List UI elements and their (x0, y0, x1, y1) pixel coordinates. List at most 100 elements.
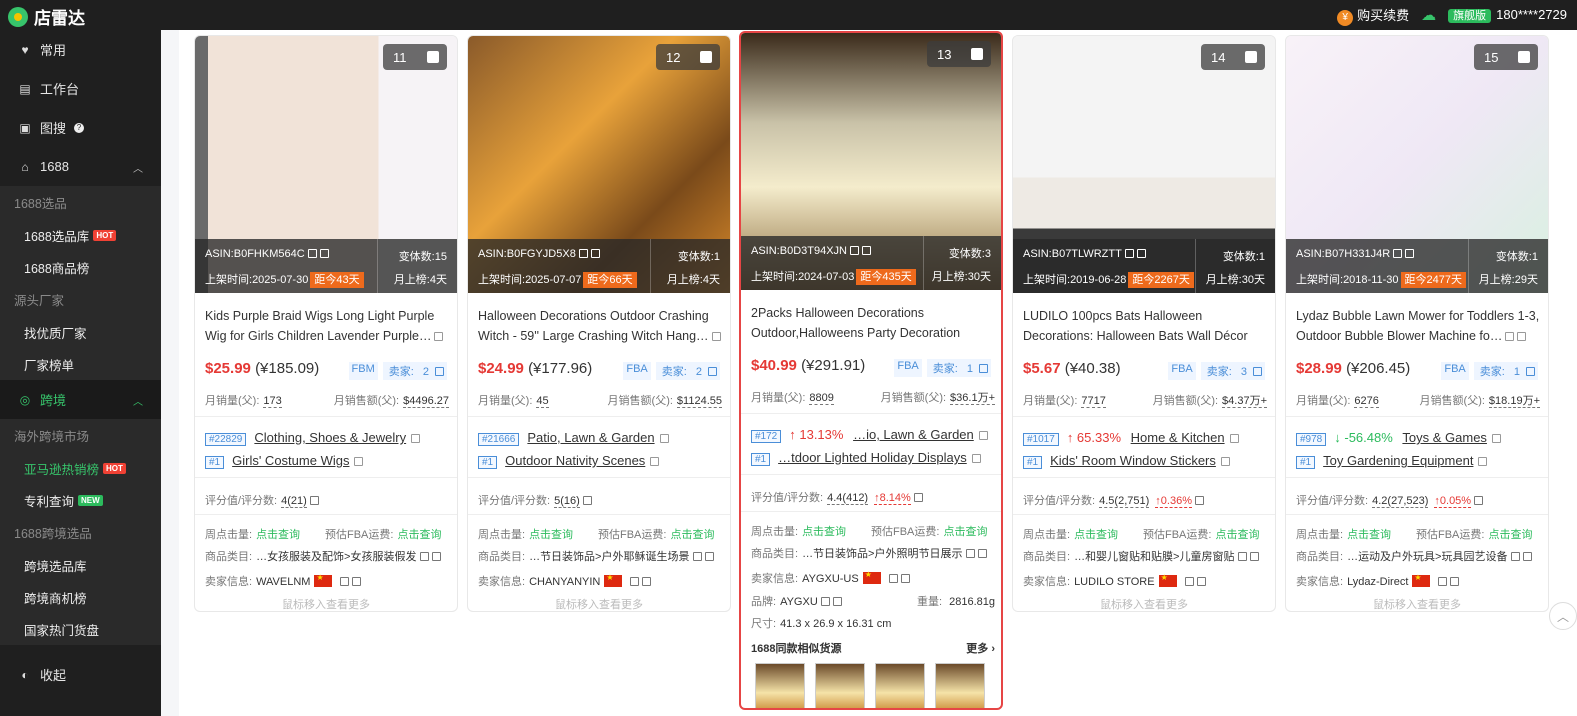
external-link-icon[interactable] (1450, 577, 1460, 586)
category-rank-2[interactable]: #1 …tdoor Lighted Holiday Displays (751, 450, 995, 466)
sidebar-item-1688-rank[interactable]: 1688商品榜 (0, 251, 161, 283)
sidebar-item-cross-opp[interactable]: 跨境商机榜 (0, 581, 161, 613)
copy-icon[interactable] (965, 549, 975, 558)
category-rank-1[interactable]: #172 ↑ 13.13% …io, Lawn & Garden (751, 427, 995, 443)
sellers-link[interactable]: 卖家: 1 (926, 359, 991, 377)
external-link-icon[interactable] (1249, 552, 1259, 561)
sidebar-item-patent[interactable]: 专利查询 NEW (0, 484, 161, 516)
external-link-icon[interactable] (642, 577, 652, 586)
product-title[interactable]: LUDILO 100pcs Bats Halloween Decorations… (1023, 306, 1267, 346)
external-link-icon[interactable] (319, 249, 329, 258)
copy-icon[interactable] (578, 249, 588, 258)
external-link-icon[interactable] (590, 249, 600, 258)
click-query-link[interactable]: 点击查询 (1347, 529, 1391, 541)
copy-icon[interactable] (1505, 332, 1515, 341)
click-query-link[interactable]: 点击查询 (529, 529, 573, 541)
copy-icon[interactable] (434, 332, 444, 341)
sidebar-item-hot-goods[interactable]: 国家热门货盘 (0, 613, 161, 645)
user-menu[interactable]: 旗舰版 180****2729 (1448, 7, 1567, 24)
select-checkbox[interactable] (971, 48, 983, 60)
click-query-link[interactable]: 点击查询 (1488, 529, 1532, 541)
copy-icon[interactable] (630, 577, 640, 586)
sidebar-item-common[interactable]: ♥ 常用 (0, 30, 161, 69)
external-link-icon[interactable] (913, 493, 923, 502)
copy-icon[interactable] (692, 552, 702, 561)
select-checkbox[interactable] (700, 51, 712, 63)
more-link[interactable]: 更多 › (966, 640, 995, 656)
click-query-link[interactable]: 点击查询 (1215, 529, 1259, 541)
copy-icon[interactable] (307, 249, 317, 258)
category-rank-2[interactable]: #1 Kids' Room Window Stickers (1023, 453, 1267, 469)
external-link-icon[interactable] (900, 574, 910, 583)
copy-icon[interactable] (1124, 249, 1134, 258)
external-link-icon[interactable] (1474, 496, 1484, 505)
similar-item-thumb[interactable] (755, 663, 805, 708)
product-card[interactable]: 15 ASIN:B07H331J4R 变体数:1 上架时间:2018-11-30… (1285, 35, 1549, 612)
sellers-link[interactable]: 卖家: 2 (382, 362, 447, 380)
product-card[interactable]: 12 ASIN:B0FGYJD5X8 变体数:1 上架时间:2025-07-07… (467, 35, 731, 612)
product-card[interactable]: 11 ASIN:B0FHKM564C 变体数:15 上架时间:2025-07-3… (194, 35, 458, 612)
category-rank-2[interactable]: #1 Girls' Costume Wigs (205, 453, 449, 469)
click-query-link[interactable]: 点击查询 (256, 529, 300, 541)
similar-item-thumb[interactable] (815, 663, 865, 708)
click-query-link[interactable]: 点击查询 (670, 529, 714, 541)
sidebar-item-image-search[interactable]: ▣ 图搜? (0, 108, 161, 147)
external-link-icon[interactable] (862, 246, 871, 255)
sidebar-item-find-factory[interactable]: 找优质厂家 (0, 316, 161, 348)
select-checkbox[interactable] (1245, 51, 1257, 63)
product-card[interactable]: 14 ASIN:B07TLWRZTT 变体数:1 上架时间:2019-06-28… (1012, 35, 1276, 612)
category-rank-2[interactable]: #1 Toy Gardening Equipment (1296, 453, 1540, 469)
click-query-link[interactable]: 点击查询 (802, 526, 846, 538)
copy-icon[interactable] (1237, 552, 1247, 561)
copy-icon[interactable] (340, 577, 350, 586)
external-link-icon[interactable] (431, 552, 441, 561)
copy-icon[interactable] (711, 332, 721, 341)
sidebar-group-crossborder[interactable]: ◎ 跨境 ︿ (0, 380, 161, 419)
category-rank-1[interactable]: #21666 Patio, Lawn & Garden (478, 430, 722, 446)
category-rank-1[interactable]: #1017 ↑ 65.33% Home & Kitchen (1023, 430, 1267, 446)
external-link-icon[interactable] (977, 549, 987, 558)
sellers-link[interactable]: 卖家: 3 (1200, 362, 1265, 380)
sellers-link[interactable]: 卖家: 2 (655, 362, 720, 380)
app-logo[interactable]: 店雷达 (8, 4, 85, 29)
sellers-link[interactable]: 卖家: 1 (1473, 362, 1538, 380)
sidebar-group-1688[interactable]: ⌂ 1688 ︿ (0, 147, 161, 186)
cloud-download-icon[interactable]: ☁ (1421, 6, 1436, 24)
external-link-icon[interactable] (1136, 249, 1146, 258)
sidebar-item-workbench[interactable]: ▤ 工作台 (0, 69, 161, 108)
product-title[interactable]: 2Packs Halloween Decorations Outdoor,Hal… (751, 303, 995, 343)
category-rank-1[interactable]: #22829 Clothing, Shoes & Jewelry (205, 430, 449, 446)
product-card[interactable]: 13 ASIN:B0D3T94XJN 变体数:3 上架时间:2024-07-03… (739, 31, 1003, 710)
external-link-icon[interactable] (309, 496, 319, 505)
click-query-link[interactable]: 点击查询 (397, 529, 441, 541)
external-link-icon[interactable] (832, 597, 842, 606)
translate-icon[interactable] (1517, 332, 1527, 341)
sidebar-item-amazon-hot[interactable]: 亚马逊热销榜 HOT (0, 452, 161, 484)
click-query-link[interactable]: 点击查询 (1074, 529, 1118, 541)
copy-icon[interactable] (888, 574, 898, 583)
renew-button[interactable]: ¥ 购买续费 (1337, 5, 1409, 26)
copy-icon[interactable] (1393, 249, 1403, 258)
external-link-icon[interactable] (704, 552, 714, 561)
category-rank-2[interactable]: #1 Outdoor Nativity Scenes (478, 453, 722, 469)
similar-item-thumb[interactable] (875, 663, 925, 708)
category-rank-1[interactable]: #978 ↓ -56.48% Toys & Games (1296, 430, 1540, 446)
click-query-link[interactable]: 点击查询 (943, 526, 987, 538)
sidebar-item-factory-rank[interactable]: 厂家榜单 (0, 348, 161, 380)
similar-item-thumb[interactable] (935, 663, 985, 708)
select-checkbox[interactable] (427, 51, 439, 63)
product-title[interactable]: Kids Purple Braid Wigs Long Light Purple… (205, 306, 449, 346)
scroll-top-button[interactable]: ︿ (1549, 602, 1577, 630)
copy-icon[interactable] (419, 552, 429, 561)
copy-icon[interactable] (1438, 577, 1448, 586)
external-link-icon[interactable] (1522, 552, 1532, 561)
copy-icon[interactable] (820, 597, 830, 606)
copy-icon[interactable] (1510, 552, 1520, 561)
sidebar-item-cross-lib[interactable]: 跨境选品库 (0, 549, 161, 581)
external-link-icon[interactable] (582, 496, 592, 505)
external-link-icon[interactable] (1194, 496, 1204, 505)
copy-icon[interactable] (850, 246, 859, 255)
sidebar-item-1688-lib[interactable]: 1688选品库 HOT (0, 219, 161, 251)
product-title[interactable]: Halloween Decorations Outdoor Crashing W… (478, 306, 722, 346)
product-title[interactable]: Lydaz Bubble Lawn Mower for Toddlers 1-3… (1296, 306, 1540, 346)
